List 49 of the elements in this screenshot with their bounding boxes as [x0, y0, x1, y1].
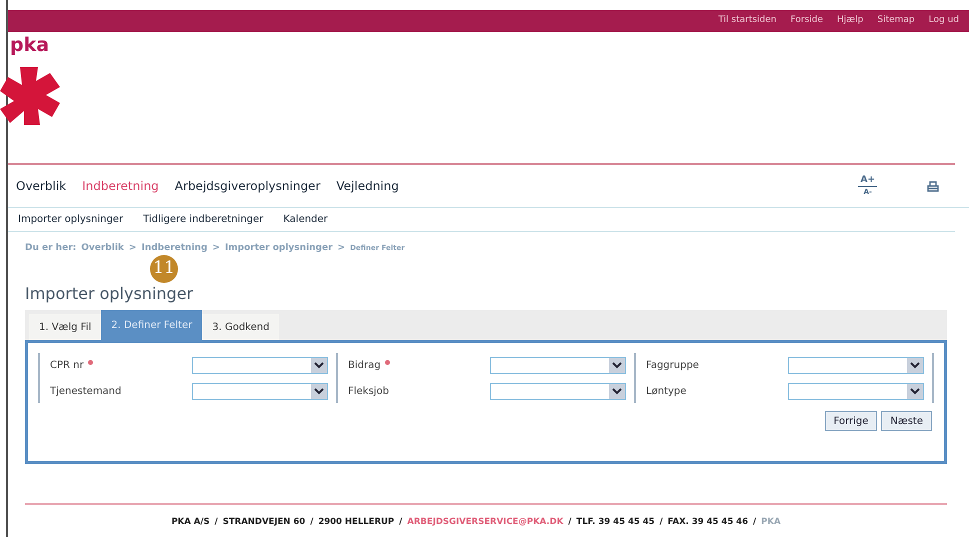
footer-separator: /	[310, 516, 314, 528]
logo-text: pka	[10, 35, 50, 55]
footer-text: STRANDVEJEN 60	[222, 516, 306, 528]
print-icon[interactable]	[927, 180, 939, 192]
select-field[interactable]	[788, 356, 924, 374]
select-field[interactable]	[192, 382, 328, 400]
footer-separator: /	[660, 516, 663, 528]
nav-tab[interactable]: Arbejdsgiveroplysninger	[174, 177, 320, 195]
step-tab[interactable]: 3. Godkend	[202, 314, 280, 340]
breadcrumb-separator: >	[128, 242, 136, 255]
field-label: Løntype	[646, 384, 686, 398]
page-title: Importer oplysninger	[25, 284, 194, 304]
top-link[interactable]: Log ud	[928, 14, 959, 28]
footer-text: TLF. 39 45 45 45	[576, 516, 655, 528]
breadcrumb-separator: >	[212, 242, 220, 255]
field-label: CPR nr	[50, 358, 84, 372]
breadcrumb-separator: >	[338, 242, 346, 255]
callout-badge: 11	[150, 255, 178, 283]
step-tab[interactable]: 1. Vælg Fil	[29, 314, 102, 340]
select-field[interactable]	[490, 382, 626, 400]
top-link[interactable]: Hjælp	[837, 14, 864, 28]
nav-button[interactable]: Næste	[881, 411, 932, 431]
subnav-link[interactable]: Kalender	[283, 212, 328, 227]
footer-separator: /	[399, 516, 402, 528]
footer-text: PKA A/S	[171, 516, 210, 528]
field-label: Tjenestemand	[50, 384, 122, 398]
field-label: Fleksjob	[348, 384, 389, 398]
nav-tab[interactable]: Vejledning	[336, 177, 399, 195]
field-label: Bidrag	[348, 358, 381, 372]
email-link[interactable]: ARBEJDSGIVERSERVICE@PKA.DK	[407, 516, 564, 528]
footer-separator: /	[568, 516, 572, 528]
top-link[interactable]: Forside	[790, 14, 824, 28]
footer-text: FAX. 39 45 45 46	[668, 516, 748, 528]
select-field[interactable]	[490, 356, 626, 374]
footer-separator: /	[214, 516, 218, 528]
nav-button[interactable]: Forrige	[824, 411, 878, 431]
subnav-link[interactable]: Tidligere indberetninger	[143, 212, 264, 227]
top-link[interactable]: Sitemap	[877, 14, 915, 28]
subnav-link[interactable]: Importer oplysninger	[18, 212, 124, 227]
top-link[interactable]: Til startsiden	[718, 14, 777, 28]
nav-tab[interactable]: Overblik	[16, 177, 66, 195]
select-field[interactable]	[788, 382, 924, 400]
footer-text: PKA	[761, 516, 781, 528]
footer-text: 2900 HELLERUP	[318, 516, 394, 528]
select-field[interactable]	[192, 356, 328, 374]
nav-tab[interactable]: Indberetning	[82, 177, 159, 195]
field-label: Faggruppe	[646, 358, 699, 372]
breadcrumb-label: Du er her:	[25, 242, 76, 255]
footer-separator: /	[753, 516, 756, 528]
